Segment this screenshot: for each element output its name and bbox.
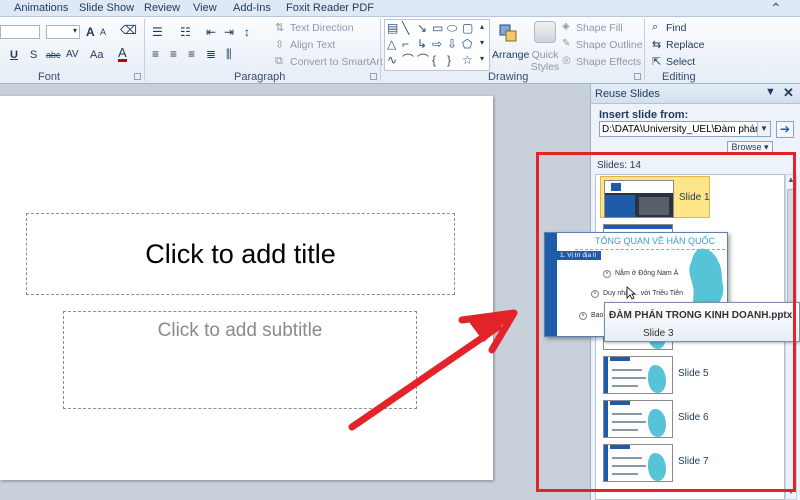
oval-shape-icon[interactable]: ⬭ [447,22,457,34]
shrink-font-icon[interactable]: A [100,27,106,37]
clear-format-icon[interactable]: ⌫ [120,23,137,37]
justify-icon[interactable]: ≣ [206,47,216,61]
increase-indent-icon[interactable]: ⇥ [224,25,234,39]
arrow-shape-icon[interactable]: ↘ [417,22,427,34]
triangle-shape-icon[interactable]: △ [387,38,396,50]
insert-slide-from-label: Insert slide from: [599,109,689,121]
slide-canvas[interactable]: Click to add title Click to add subtitle [0,96,493,480]
align-center-icon[interactable]: ≡ [170,47,177,61]
character-spacing-button[interactable]: AV [66,49,79,60]
convert-smartart-button[interactable]: Convert to SmartArt [290,56,383,68]
ribbon-tab-bar: Animations Slide Show Review View Add-In… [0,0,800,16]
shape-outline-button[interactable]: Shape Outline [576,39,643,51]
replace-button[interactable]: Replace [666,39,705,51]
font-color-button[interactable]: A [118,46,127,62]
arc-shape-icon[interactable]: ⌒ [417,54,429,66]
curve-shape-icon[interactable]: ∿ [387,54,397,66]
brace-left-icon[interactable]: { [432,54,436,66]
elbow-arrow-icon[interactable]: ↳ [417,38,427,50]
line-spacing-icon[interactable]: ↕ [244,25,250,39]
font-size-box[interactable]: ▾ [46,25,80,39]
align-text-button[interactable]: Align Text [290,39,335,51]
divider [144,19,145,81]
smartart-icon: ⧉ [275,55,283,67]
strikethrough-button[interactable]: abc [46,50,61,60]
quick-styles-button[interactable]: Quick Styles [530,49,560,73]
select-button[interactable]: Select [666,56,695,68]
font-dialog-launcher[interactable] [134,73,141,80]
decrease-indent-icon[interactable]: ⇤ [206,25,216,39]
subtitle-placeholder[interactable]: Click to add subtitle [63,311,417,409]
underline-button[interactable]: U [10,49,18,61]
ribbon: ▾ A A ⌫ U S abc AV Aa A Font ☰ ☷ ⇤ ⇥ ↕ ≡… [0,16,800,84]
pane-options-icon[interactable]: ▼ [765,86,776,98]
shape-effects-button[interactable]: Shape Effects [576,56,641,68]
elbow-connector-icon[interactable]: ⌐ [402,38,409,50]
line-shape-icon[interactable]: ╲ [402,22,409,34]
text-direction-icon: ⇅ [275,22,285,34]
columns-icon[interactable]: ⫼ [226,47,232,62]
tab-view[interactable]: View [193,2,217,14]
pane-header: Reuse Slides ▼ ✕ [591,84,800,104]
shape-effects-icon: ◎ [562,55,571,66]
font-name-box[interactable] [0,25,40,39]
replace-icon: ⇆ [652,39,662,51]
text-direction-button[interactable]: Text Direction [290,22,354,34]
down-arrow-shape-icon[interactable]: ⇩ [447,38,457,50]
go-arrow-button[interactable]: ➔ [776,121,794,138]
tab-foxit-reader-pdf[interactable]: Foxit Reader PDF [286,2,374,14]
divider [644,19,645,81]
drawing-dialog-launcher[interactable] [634,73,641,80]
title-placeholder[interactable]: Click to add title [26,213,455,295]
select-icon: ⇱ [652,56,662,68]
close-icon[interactable]: ✕ [783,85,794,101]
rectangle-shape-icon[interactable]: ▭ [432,22,443,34]
align-text-icon: ⇳ [275,39,285,51]
browse-label: Browse [731,142,762,152]
highlight-box [536,152,796,492]
shadow-button[interactable]: S [30,49,37,61]
paragraph-dialog-launcher[interactable] [370,73,377,80]
freeform-shape-icon[interactable]: ⌒ [402,54,414,66]
shape-outline-icon: ✎ [562,38,571,49]
star-shape-icon[interactable]: ☆ [462,54,473,66]
brace-right-icon[interactable]: } [447,54,451,66]
slide-editing-area: Click to add title Click to add subtitle [0,84,590,500]
shape-fill-button[interactable]: Shape Fill [576,22,623,34]
shapes-gallery[interactable]: ▤ ╲ ↘ ▭ ⬭ ▢ △ ⌐ ↳ ⇨ ⇩ ⬠ ∿ ⌒ ⌒ { } ☆ ▴ ▾ … [384,19,490,71]
change-case-button[interactable]: Aa [90,49,103,61]
gallery-scroll-up-icon[interactable]: ▴ [480,22,484,31]
divider [380,19,381,81]
align-left-icon[interactable]: ≡ [152,47,159,61]
textbox-shape-icon[interactable]: ▤ [387,22,398,34]
rounded-rect-shape-icon[interactable]: ▢ [462,22,473,34]
drawing-group-label: Drawing [488,71,529,83]
ribbon-collapse-icon[interactable]: ⌃ [770,0,782,17]
shape-fill-icon: ◈ [562,21,570,32]
bullets-icon[interactable]: ☰ [152,25,163,39]
arrange-button[interactable]: Arrange [492,49,529,61]
find-button[interactable]: Find [666,22,686,34]
grow-font-icon[interactable]: A [86,25,95,39]
tab-add-ins[interactable]: Add-Ins [233,2,271,14]
chevron-down-icon[interactable]: ▼ [757,122,770,136]
file-path-input[interactable] [599,121,771,137]
align-right-icon[interactable]: ≡ [188,47,195,61]
numbering-icon[interactable]: ☷ [180,25,191,39]
pentagon-shape-icon[interactable]: ⬠ [462,38,472,50]
quick-styles-icon [534,21,556,43]
gallery-scroll-down-icon[interactable]: ▾ [480,38,484,47]
tab-review[interactable]: Review [144,2,180,14]
pane-title: Reuse Slides [595,88,660,100]
tab-slide-show[interactable]: Slide Show [79,2,134,14]
find-icon: ⌕ [652,21,659,33]
editing-group-label: Editing [662,71,696,83]
arrange-icon [499,24,517,42]
right-arrow-shape-icon[interactable]: ⇨ [432,38,442,50]
paragraph-group-label: Paragraph [234,71,286,83]
gallery-more-icon[interactable]: ▾ [480,54,484,63]
font-group-label: Font [38,71,61,83]
tab-animations[interactable]: Animations [14,2,68,14]
